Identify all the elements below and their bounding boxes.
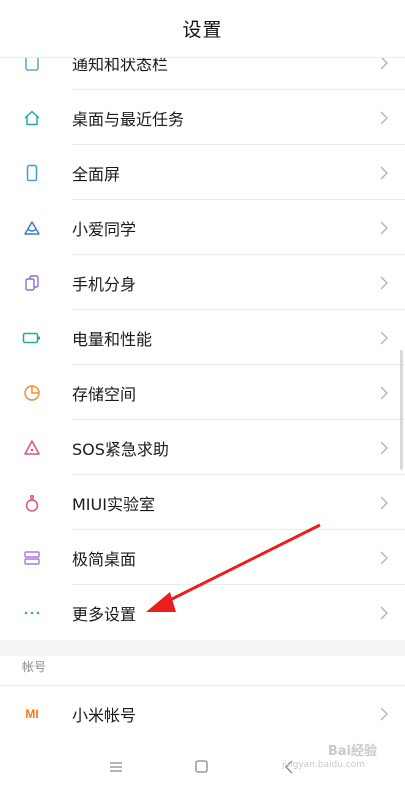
dual-phone-icon [22,273,42,293]
page-title: 设置 [182,19,223,41]
storage-pie-icon [22,383,42,403]
chevron-right-icon [380,606,388,619]
chevron-right-icon [380,551,388,564]
xiaoai-icon [22,218,42,238]
settings-item-label: MIUI实验室 [72,494,155,514]
scrollbar[interactable] [400,350,403,470]
settings-item-fullscreen[interactable]: 全面屏 [0,145,405,200]
chevron-right-icon [380,386,388,399]
settings-item-label: 电量和性能 [72,329,153,349]
chevron-right-icon [380,441,388,454]
settings-item-mi-account[interactable]: MI 小米帐号 [0,685,405,741]
sos-icon [22,438,42,458]
settings-item-label: 极简桌面 [72,549,137,569]
home-icon [22,108,42,128]
fullscreen-phone-icon [22,163,42,183]
simple-desktop-icon [22,548,42,568]
section-separator [0,640,405,656]
settings-item-label: 小米帐号 [72,705,137,725]
settings-item-label: 存储空间 [72,384,137,404]
settings-item-label: 更多设置 [72,604,137,624]
settings-item-label: 小爱同学 [72,219,137,239]
settings-item-simple-desktop[interactable]: 极简桌面 [0,530,405,585]
settings-item-label: 手机分身 [72,274,137,294]
mi-logo-icon: MI [25,706,39,721]
section-header-account: 帐号 [22,660,47,674]
settings-item-desktop-recents[interactable]: 桌面与最近任务 [0,90,405,145]
settings-item-sos[interactable]: SOS紧急求助 [0,420,405,475]
settings-item-miui-lab[interactable]: MIUI实验室 [0,475,405,530]
menu-nav-icon[interactable] [108,760,124,774]
chevron-right-icon [380,111,388,124]
chevron-right-icon [380,166,388,179]
settings-item-xiaoai[interactable]: 小爱同学 [0,200,405,255]
home-nav-icon[interactable] [194,760,210,774]
settings-item-label: SOS紧急求助 [72,439,169,459]
battery-icon [22,328,42,348]
settings-item-storage[interactable]: 存储空间 [0,365,405,420]
chevron-right-icon [380,496,388,509]
watermark: Bai经验 [327,744,377,759]
settings-item-label: 全面屏 [72,164,121,184]
top-bar: 设置 [0,0,405,58]
settings-item-label: 桌面与最近任务 [72,109,185,129]
chevron-right-icon [380,276,388,289]
settings-item-dual-apps[interactable]: 手机分身 [0,255,405,310]
more-dots-icon [22,603,42,623]
chevron-right-icon [380,707,388,720]
settings-item-more-settings[interactable]: 更多设置 [0,585,405,640]
settings-item-battery[interactable]: 电量和性能 [0,310,405,365]
chevron-right-icon [380,331,388,344]
chevron-right-icon [380,221,388,234]
watermark-url: jingyan.baidu.com [281,760,365,770]
lab-flask-icon [22,493,42,513]
